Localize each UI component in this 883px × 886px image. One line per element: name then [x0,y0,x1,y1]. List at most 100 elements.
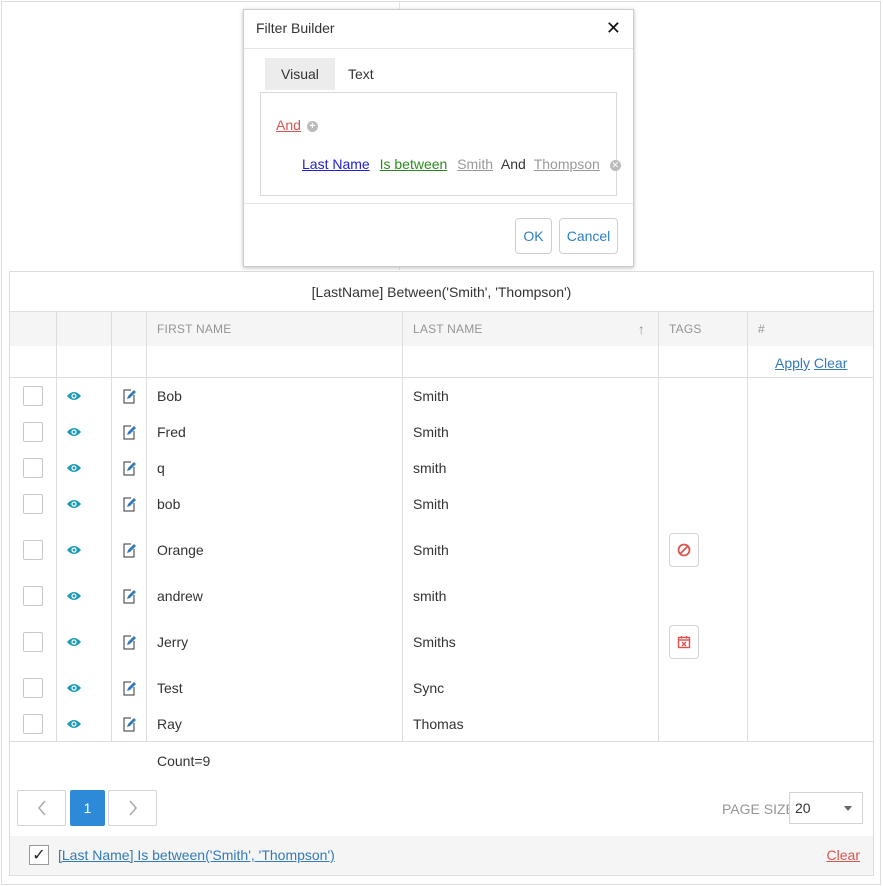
chevron-down-icon [844,806,852,811]
filter-builder-dialog: Filter Builder ✕ Visual Text And + Last N… [243,9,634,267]
group-operator-link[interactable]: And [276,117,301,133]
view-icon[interactable] [66,578,82,614]
view-icon[interactable] [66,378,82,414]
filter-panel-expression-link[interactable]: [Last Name] Is between('Smith', 'Thompso… [58,847,335,863]
table-row[interactable]: Fred Smith [10,414,873,450]
last-name-cell: Sync [413,680,445,696]
last-name-cell: Smith [413,542,449,558]
row-select-checkbox[interactable] [23,422,43,442]
table-row[interactable]: q smith [10,450,873,486]
table-row[interactable]: Test Sync [10,670,873,706]
page-size-value: 20 [795,800,811,816]
row-select-checkbox[interactable] [23,540,43,560]
last-name-cell: Smith [413,496,449,512]
ok-button[interactable]: OK [515,218,552,254]
view-icon[interactable] [66,706,82,742]
column-header-tags[interactable]: TAGS [659,312,748,346]
last-name-cell: Smith [413,424,449,440]
data-grid: [LastName] Between('Smith', 'Thompson') … [9,271,874,876]
edit-icon[interactable] [122,486,136,522]
filter-row-actions: Apply Clear [775,355,847,371]
first-name-cell: q [157,460,165,476]
first-name-cell: Ray [157,716,182,732]
dialog-footer-divider [244,203,633,204]
filter-builder-canvas: And + Last Name Is between Smith And Thom… [260,92,621,196]
first-name-cell: Bob [157,388,182,404]
column-header-first-name[interactable]: FIRST NAME [147,312,403,346]
dialog-header-divider [244,48,633,49]
page-1-button[interactable]: 1 [70,790,105,826]
first-name-cell: Orange [157,542,204,558]
chevron-left-icon [37,800,46,816]
page-size-label: PAGE SIZE [722,801,795,817]
grid-header-row: FIRST NAME LAST NAME ↑ TAGS # [10,312,873,346]
chevron-right-icon [128,800,137,816]
condition-between-joiner: And [500,156,526,172]
table-row[interactable]: andrew smith [10,578,873,614]
view-icon[interactable] [66,450,82,486]
sort-ascending-icon: ↑ [637,321,645,337]
table-row[interactable]: bob Smith [10,486,873,522]
first-name-cell: bob [157,496,181,512]
edit-icon[interactable] [122,578,136,614]
table-row[interactable]: Ray Thomas [10,706,873,742]
row-select-checkbox[interactable] [23,714,43,734]
row-count: Count=9 [157,753,211,769]
apply-filter-link[interactable]: Apply [775,355,810,371]
cancel-button[interactable]: Cancel [559,218,618,254]
filter-enabled-checkbox[interactable]: ✓ [29,845,49,865]
filter-panel: ✓ [Last Name] Is between('Smith', 'Thomp… [10,836,873,875]
row-select-checkbox[interactable] [23,458,43,478]
tab-text[interactable]: Text [332,58,390,90]
column-header-index[interactable]: # [748,312,873,346]
view-icon[interactable] [66,414,82,450]
prev-page-button[interactable] [17,790,66,826]
view-icon[interactable] [66,614,82,670]
row-select-checkbox[interactable] [23,632,43,652]
close-icon[interactable]: ✕ [606,19,621,37]
edit-icon[interactable] [122,706,136,742]
first-name-cell: Jerry [157,634,189,650]
view-icon[interactable] [66,670,82,706]
last-name-cell: smith [413,588,447,604]
condition-operation-link[interactable]: Is between [380,156,448,172]
view-icon[interactable] [66,486,82,522]
last-name-cell: smith [413,460,447,476]
grid-filter-expression: [LastName] Between('Smith', 'Thompson') [10,272,873,312]
filter-condition: Last Name Is between Smith And Thompson … [302,156,621,172]
condition-value1-link[interactable]: Smith [457,156,493,172]
edit-icon[interactable] [122,450,136,486]
row-select-checkbox[interactable] [23,494,43,514]
remove-condition-icon[interactable]: ✕ [609,159,621,171]
row-select-checkbox[interactable] [23,586,43,606]
row-select-checkbox[interactable] [23,678,43,698]
edit-icon[interactable] [122,414,136,450]
tab-visual[interactable]: Visual [265,58,335,90]
grid-footer-divider [10,741,873,742]
clear-filter-link[interactable]: Clear [814,355,847,371]
calendar-x-icon[interactable] [669,625,699,659]
filter-panel-clear-link[interactable]: Clear [827,847,860,863]
edit-icon[interactable] [122,378,136,414]
first-name-cell: Test [157,680,183,696]
dialog-title: Filter Builder [256,20,335,36]
last-name-cell: Thomas [413,716,464,732]
edit-icon[interactable] [122,614,136,670]
table-row[interactable]: Bob Smith [10,378,873,414]
row-select-checkbox[interactable] [23,386,43,406]
next-page-button[interactable] [108,790,157,826]
edit-icon[interactable] [122,522,136,578]
condition-field-link[interactable]: Last Name [302,156,370,172]
table-row[interactable]: Orange Smith [10,522,873,578]
view-icon[interactable] [66,522,82,578]
add-condition-icon[interactable]: + [306,120,318,132]
grid-filter-row: Apply Clear [10,346,873,378]
table-row[interactable]: Jerry Smiths [10,614,873,670]
column-header-last-name[interactable]: LAST NAME ↑ [403,312,659,346]
column-header-last-name-label: LAST NAME [413,322,483,336]
edit-icon[interactable] [122,670,136,706]
page-size-select[interactable]: 20 [789,792,863,824]
condition-value2-link[interactable]: Thompson [534,156,600,172]
ban-icon[interactable] [669,533,699,567]
first-name-cell: andrew [157,588,203,604]
